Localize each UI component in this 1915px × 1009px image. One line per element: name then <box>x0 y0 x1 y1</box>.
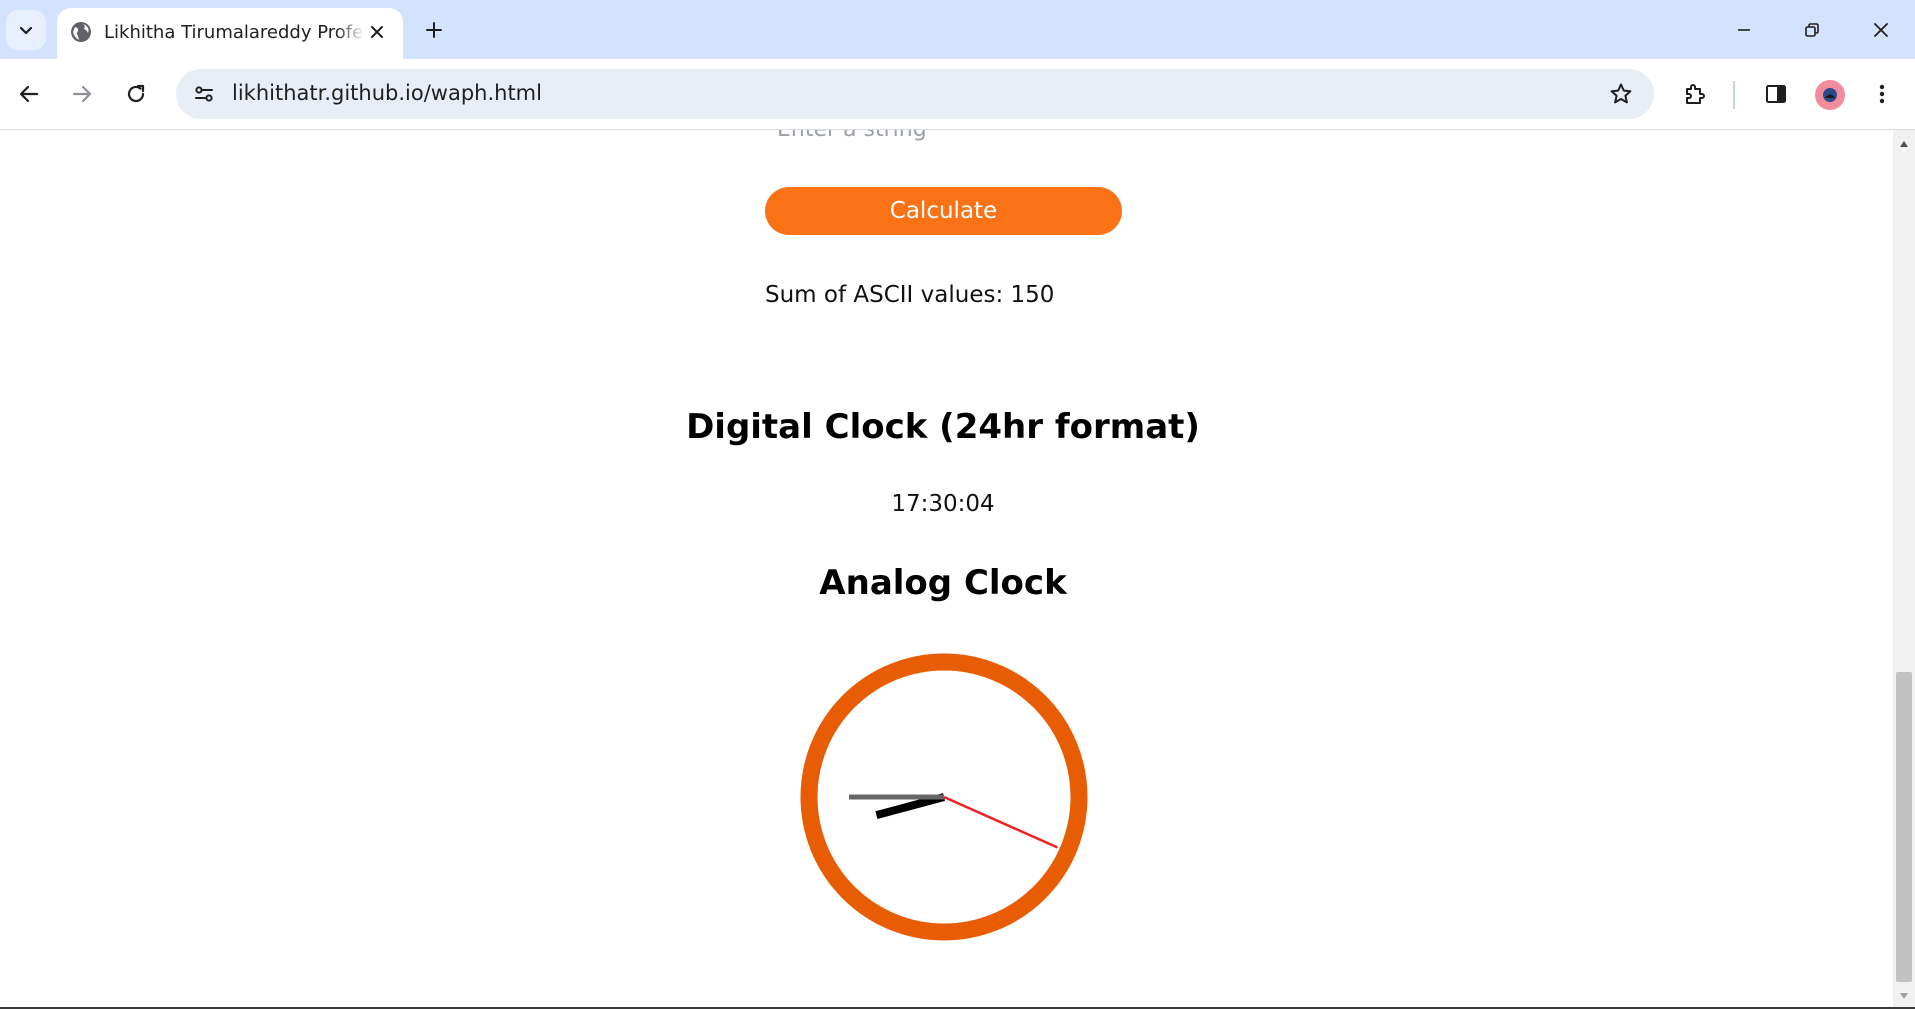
profile-icon <box>1823 88 1837 102</box>
tab-close-button[interactable] <box>365 20 389 44</box>
star-icon <box>1610 83 1632 104</box>
profile-avatar[interactable] <box>1815 80 1845 110</box>
plus-icon <box>426 22 442 38</box>
side-panel-icon <box>1766 85 1786 103</box>
reload-icon <box>127 84 145 103</box>
back-button[interactable] <box>9 74 49 114</box>
scroll-up-arrow[interactable] <box>1893 133 1915 155</box>
address-bar[interactable]: likhithatr.github.io/waph.html <box>176 69 1654 119</box>
analog-clock-heading: Analog Clock <box>819 563 1067 603</box>
reload-button[interactable] <box>116 74 156 114</box>
toolbar-divider <box>1733 81 1735 109</box>
tune-icon <box>195 86 213 102</box>
minimize-icon <box>1738 29 1750 31</box>
browser-tab[interactable]: Likhitha Tirumalareddy Professional Prof… <box>57 8 403 59</box>
more-vert-icon <box>1879 84 1885 104</box>
forward-button[interactable] <box>62 74 102 114</box>
bookmark-star-button[interactable] <box>1606 79 1636 109</box>
browser-toolbar: likhithatr.github.io/waph.html <box>0 59 1915 130</box>
restore-icon <box>1805 23 1819 37</box>
url-text[interactable]: likhithatr.github.io/waph.html <box>232 81 542 105</box>
calculate-button[interactable]: Calculate <box>765 187 1122 235</box>
new-tab-button[interactable] <box>418 14 450 46</box>
digital-clock-heading: Digital Clock (24hr format) <box>686 407 1200 447</box>
analog-clock <box>800 653 1088 941</box>
puzzle-icon <box>1686 84 1705 104</box>
scroll-down-arrow[interactable] <box>1893 985 1915 1007</box>
tab-strip: Likhitha Tirumalareddy Professional Prof… <box>0 0 1915 59</box>
site-info-button[interactable] <box>186 76 222 112</box>
close-window-button[interactable] <box>1858 10 1904 50</box>
string-input[interactable]: Enter a string <box>777 130 927 142</box>
ascii-sum-result: Sum of ASCII values: 150 <box>765 282 1055 308</box>
restore-button[interactable] <box>1789 10 1835 50</box>
chevron-down-icon <box>19 26 33 35</box>
browser-menu-button[interactable] <box>1862 74 1902 114</box>
scrollbar-thumb[interactable] <box>1896 672 1912 982</box>
arrow-left-icon <box>19 85 39 103</box>
triangle-up-icon <box>1900 141 1908 147</box>
side-panel-button[interactable] <box>1756 74 1796 114</box>
triangle-down-icon <box>1900 993 1908 999</box>
arrow-right-icon <box>72 85 92 103</box>
digital-clock-time: 17:30:04 <box>891 491 995 517</box>
minimize-button[interactable] <box>1721 10 1767 50</box>
close-icon <box>1874 23 1888 37</box>
tab-title: Likhitha Tirumalareddy Professional Prof… <box>104 22 364 43</box>
globe-icon <box>71 22 91 42</box>
tab-search-button[interactable] <box>6 10 46 50</box>
close-icon <box>371 26 383 38</box>
page-content: Enter a string Calculate Sum of ASCII va… <box>0 130 1893 1009</box>
extensions-button[interactable] <box>1675 74 1715 114</box>
